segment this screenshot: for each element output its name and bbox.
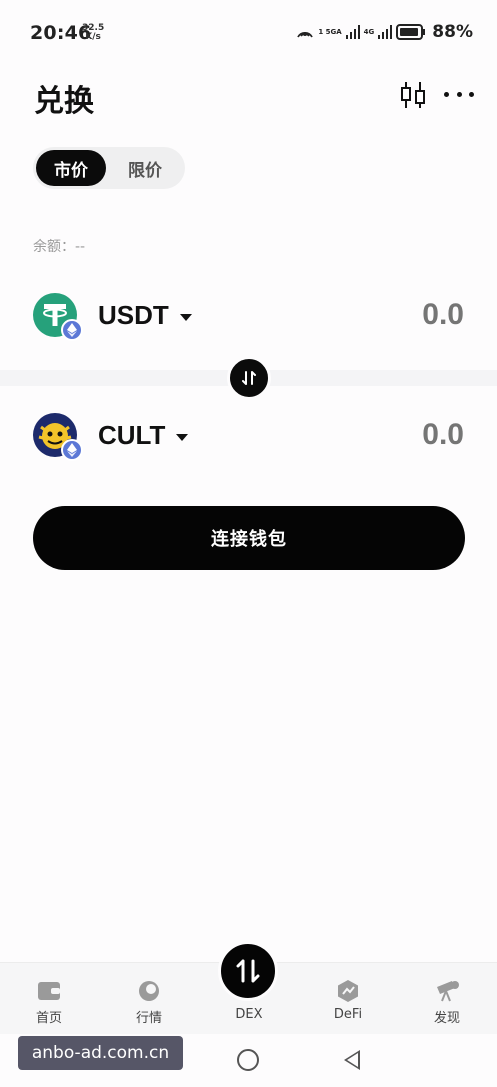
candlestick-chart-button[interactable]: [400, 80, 426, 110]
dex-swap-button[interactable]: [218, 941, 278, 1001]
nav-item-home[interactable]: 首页: [14, 979, 84, 1026]
battery-icon: [396, 24, 426, 40]
more-dot-icon: [469, 91, 474, 97]
nav-label: 首页: [35, 1011, 62, 1026]
network-label-2: 4G: [363, 27, 375, 36]
caret-down-icon[interactable]: [176, 434, 188, 441]
home-icon[interactable]: [237, 1049, 259, 1071]
tab-limit[interactable]: 限价: [109, 150, 181, 186]
status-bar: 20:46 32.5 K/s 1 5GA 4G 88%: [0, 0, 497, 64]
battery-percent: 88%: [432, 22, 473, 42]
nav-label: 行情: [135, 1011, 162, 1026]
ethereum-icon: [61, 439, 83, 461]
order-type-toggle: 市价 限价: [33, 147, 185, 189]
signal-icon: [345, 25, 360, 39]
from-token-select[interactable]: USDT: [98, 300, 169, 331]
from-token-row: USDT: [0, 278, 497, 358]
more-options-button[interactable]: [444, 82, 474, 106]
back-icon[interactable]: [344, 1050, 360, 1070]
connect-wallet-button[interactable]: 连接钱包: [33, 506, 465, 570]
status-indicators: 1 5GA 4G 88%: [296, 22, 473, 42]
signal-icon-2: [378, 25, 393, 39]
wallet-icon: [38, 982, 60, 1000]
balance-label: 余额：--: [33, 239, 86, 255]
defi-icon: [338, 980, 358, 1002]
telescope-icon: [437, 981, 459, 1002]
caret-down-icon[interactable]: [180, 314, 192, 321]
tab-market[interactable]: 市价: [36, 150, 106, 186]
network-label-1: 1 5GA: [318, 27, 342, 36]
swap-icon: [236, 959, 260, 983]
candlestick-icon: [401, 82, 425, 108]
to-amount-input[interactable]: [344, 418, 464, 452]
swap-direction-button[interactable]: [227, 356, 271, 400]
swap-arrows-icon: [242, 371, 256, 385]
nav-label: 发现: [433, 1011, 460, 1026]
network-speed: 32.5 K/s: [82, 23, 105, 42]
more-dot-icon: [444, 91, 449, 97]
hotspot-icon: [297, 31, 314, 38]
nav-item-discover[interactable]: 发现: [412, 979, 482, 1026]
from-amount-input[interactable]: [344, 298, 464, 332]
market-icon: [139, 981, 159, 1001]
page-title: 兑换: [34, 84, 94, 119]
to-token-row: CULT: [0, 398, 497, 478]
to-token-select[interactable]: CULT: [98, 420, 165, 451]
nav-label: DeFi: [333, 1007, 363, 1022]
nav-item-defi[interactable]: DeFi: [313, 979, 383, 1022]
watermark: anbo-ad.com.cn: [18, 1036, 183, 1070]
more-dot-icon: [456, 91, 462, 97]
ethereum-icon: [61, 319, 83, 341]
nav-item-market[interactable]: 行情: [114, 979, 184, 1026]
nav-label: DEX: [235, 1007, 263, 1022]
